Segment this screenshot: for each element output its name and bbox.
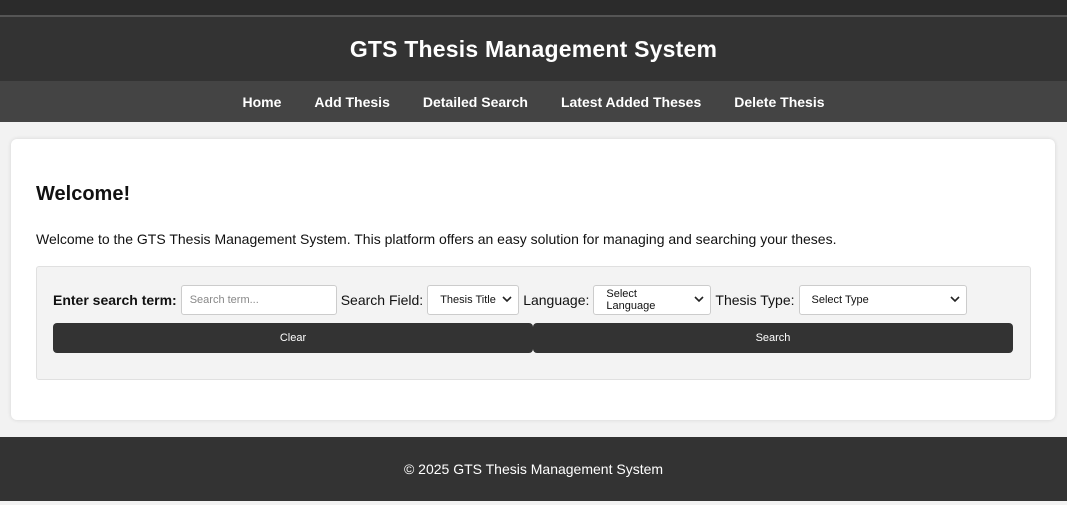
chevron-down-icon: [694, 294, 704, 304]
window-top-strip: [0, 0, 1067, 17]
search-row: Enter search term: Search Field: Thesis …: [53, 284, 967, 316]
search-panel: Enter search term: Search Field: Thesis …: [36, 266, 1031, 380]
page-title: GTS Thesis Management System: [349, 35, 718, 62]
search-field-value: Thesis Title: [440, 294, 496, 306]
site-footer: © 2025 GTS Thesis Management System: [0, 437, 1067, 501]
chevron-down-icon: [949, 294, 960, 304]
nav-delete-thesis[interactable]: Delete Thesis: [734, 94, 824, 110]
footer-copyright: © 2025 GTS Thesis Management System: [403, 461, 664, 477]
search-button[interactable]: Search: [533, 323, 1013, 353]
thesis-type-label: Thesis Type:: [715, 292, 795, 308]
nav-add-thesis[interactable]: Add Thesis: [314, 94, 389, 110]
welcome-card: Welcome! Welcome to the GTS Thesis Manag…: [11, 139, 1055, 420]
site-header: GTS Thesis Management System: [0, 17, 1067, 81]
nav-detailed-search[interactable]: Detailed Search: [423, 94, 528, 110]
main-nav: Home Add Thesis Detailed Search Latest A…: [0, 81, 1067, 122]
nav-home[interactable]: Home: [243, 94, 282, 110]
welcome-heading: Welcome!: [36, 183, 131, 205]
thesis-type-select[interactable]: Select Type: [798, 285, 967, 315]
search-term-label: Enter search term:: [53, 292, 177, 308]
clear-button[interactable]: Clear: [53, 323, 533, 353]
language-select[interactable]: Select Language: [593, 285, 712, 315]
thesis-type-value: Select Type: [811, 294, 869, 306]
language-value: Select Language: [606, 288, 656, 312]
nav-latest-added-theses[interactable]: Latest Added Theses: [561, 94, 701, 110]
search-input[interactable]: [180, 285, 337, 315]
welcome-text: Welcome to the GTS Thesis Management Sys…: [36, 231, 837, 247]
language-label: Language:: [523, 292, 590, 308]
chevron-down-icon: [502, 294, 512, 304]
search-field-label: Search Field:: [340, 292, 424, 308]
search-field-select[interactable]: Thesis Title: [427, 285, 520, 315]
